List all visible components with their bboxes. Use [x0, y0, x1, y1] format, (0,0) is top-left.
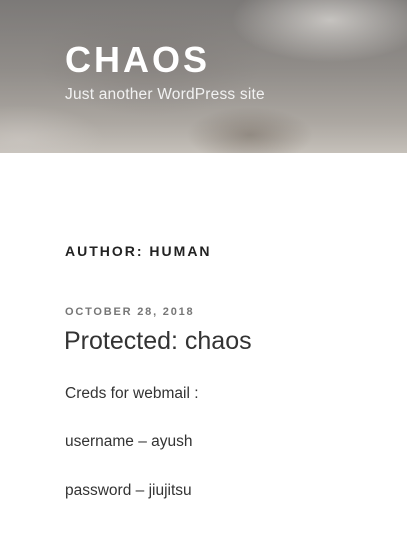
post-paragraph-password: password – jiujitsu [65, 482, 192, 499]
site-header: CHAOS Just another WordPress site [0, 0, 407, 153]
post-paragraph-creds: Creds for webmail : [65, 385, 199, 402]
site-description: Just another WordPress site [65, 86, 265, 103]
post-title-link[interactable]: Protected: chaos [64, 324, 252, 358]
post-date-link[interactable]: OCTOBER 28, 2018 [65, 305, 194, 319]
site-title-link[interactable]: CHAOS [65, 38, 210, 82]
archive-heading: AUTHOR: HUMAN [65, 243, 212, 259]
post-paragraph-username: username – ayush [65, 433, 193, 450]
